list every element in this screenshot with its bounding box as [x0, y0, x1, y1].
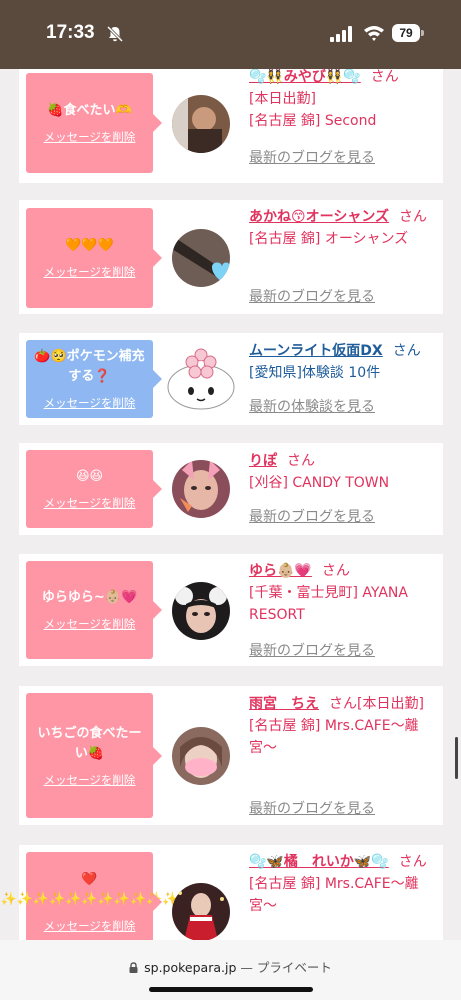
bubble-message: いちごの食べたーい🍓: [37, 725, 142, 761]
honorific: さん: [321, 563, 350, 579]
info-line: [名古屋 錦] Mrs.CAFE〜離宮〜: [249, 876, 419, 914]
message-card: ゆらゆら~👶🏼💗 メッセージを削除 ゆら👶🏼💗 さん [千葉・富士見町] AYAN…: [19, 554, 443, 666]
message-card: 🍓食べたい🫶 メッセージを削除 🫧👯‍♀️みやび👯‍♀️🫧 さん [本日出勤] […: [19, 69, 443, 183]
bell-off-icon: [106, 25, 124, 43]
profile-info: 🫧🦋橘 れいか🦋🫧 さん [名古屋 錦] Mrs.CAFE〜離宮〜: [249, 851, 437, 917]
info-line: [千葉・富士見町] AYANA RESORT: [249, 585, 408, 623]
profile-name-link[interactable]: 🫧🦋橘 れいか🦋🫧: [249, 854, 389, 870]
avatar[interactable]: [172, 883, 230, 940]
honorific: さん[本日出勤]: [329, 696, 424, 712]
profile-name-link[interactable]: ムーンライト仮面DX: [249, 343, 383, 359]
battery-icon: 79: [392, 24, 424, 42]
info-line: [本日出勤]: [249, 91, 316, 107]
delete-message-link[interactable]: メッセージを削除: [44, 918, 136, 934]
avatar[interactable]: [172, 582, 230, 640]
bubble-message: 🧡🧡🧡: [65, 238, 114, 253]
message-feed[interactable]: 🍓食べたい🫶 メッセージを削除 🫧👯‍♀️みやび👯‍♀️🫧 さん [本日出勤] […: [0, 69, 461, 940]
message-bubble: 🍓食べたい🫶 メッセージを削除: [26, 73, 162, 173]
bubble-message: 🍓食べたい🫶: [47, 103, 132, 118]
info-line: [名古屋 錦] オーシャンズ: [249, 231, 409, 247]
message-bubble: 🧡🧡🧡 メッセージを削除: [26, 208, 162, 308]
scrollbar[interactable]: [455, 737, 458, 779]
message-bubble: ゆらゆら~👶🏼💗 メッセージを削除: [26, 561, 162, 659]
message-bubble: ❤️ ✨✨✨✨✨✨✨✨✨✨✨ メッセージを削除: [0, 852, 179, 940]
url-host: sp.pokepara.jp: [144, 960, 237, 975]
honorific: さん: [370, 69, 399, 85]
profile-info: りぽ さん [刈谷] CANDY TOWN: [249, 450, 437, 494]
avatar[interactable]: [172, 229, 230, 287]
info-line: [愛知県]体験談 10件: [249, 365, 381, 381]
bubble-message: ❤️ ✨✨✨✨✨✨✨✨✨✨✨: [0, 872, 179, 907]
latest-blog-link[interactable]: 最新のブログを見る: [249, 506, 375, 526]
bubble-message: 🍅🥺ポケモン補充する❓: [34, 349, 145, 384]
status-time: 17:33: [46, 22, 95, 43]
profile-info: 雨宮 ちえ さん[本日出勤] [名古屋 錦] Mrs.CAFE〜離宮〜: [249, 693, 437, 759]
message-card: 😆😆 メッセージを削除 りぽ さん [刈谷] CANDY TOWN 最新のブログを…: [19, 443, 443, 535]
honorific: さん: [392, 343, 421, 359]
honorific: さん: [399, 209, 428, 225]
info-line: [名古屋 錦] Second: [249, 113, 377, 129]
latest-blog-link[interactable]: 最新のブログを見る: [249, 147, 375, 167]
profile-info: ムーンライト仮面DX さん [愛知県]体験談 10件: [249, 340, 437, 384]
latest-blog-link[interactable]: 最新のブログを見る: [249, 640, 375, 660]
bubble-message: 😆😆: [75, 469, 104, 484]
wifi-icon: [364, 26, 384, 41]
profile-name-link[interactable]: 🫧👯‍♀️みやび👯‍♀️🫧: [249, 69, 361, 85]
delete-message-link[interactable]: メッセージを削除: [44, 129, 136, 145]
avatar[interactable]: [172, 95, 230, 153]
message-bubble: 🍅🥺ポケモン補充する❓ メッセージを削除: [26, 340, 162, 418]
message-card: 🍅🥺ポケモン補充する❓ メッセージを削除 ムーンライト仮面DX さん [愛知県]体…: [19, 333, 443, 425]
profile-name-link[interactable]: ゆら👶🏼💗: [249, 563, 312, 579]
latest-blog-link[interactable]: 最新のブログを見る: [249, 798, 375, 818]
message-card: いちごの食べたーい🍓 メッセージを削除 雨宮 ちえ さん[本日出勤] [名古屋 錦…: [19, 686, 443, 825]
honorific: さん: [398, 854, 427, 870]
home-indicator[interactable]: [149, 987, 313, 992]
profile-name-link[interactable]: あかね😙オーシャンズ: [249, 209, 389, 225]
latest-review-link[interactable]: 最新の体験談を見る: [249, 396, 375, 416]
honorific: さん: [287, 453, 315, 469]
bubble-message: ゆらゆら~👶🏼💗: [41, 590, 138, 605]
delete-message-link[interactable]: メッセージを削除: [44, 264, 136, 280]
profile-name-link[interactable]: 雨宮 ちえ: [249, 696, 319, 712]
avatar[interactable]: [164, 347, 238, 411]
profile-info: ゆら👶🏼💗 さん [千葉・富士見町] AYANA RESORT: [249, 560, 437, 626]
browser-bottom-bar: sp.pokepara.jp — プライベート: [0, 940, 461, 1000]
address-bar[interactable]: sp.pokepara.jp — プライベート: [0, 957, 461, 976]
info-line: [刈谷] CANDY TOWN: [249, 475, 390, 491]
avatar[interactable]: [172, 727, 230, 785]
delete-message-link[interactable]: メッセージを削除: [44, 495, 136, 511]
battery-level: 79: [392, 24, 420, 42]
message-card: ❤️ ✨✨✨✨✨✨✨✨✨✨✨ メッセージを削除 🫧🦋橘 れいか🦋🫧 さん [名古屋…: [0, 845, 443, 940]
message-card: 🧡🧡🧡 メッセージを削除 あかね😙オーシャンズ さん [名古屋 錦] オーシャンズ…: [19, 200, 443, 314]
message-bubble: いちごの食べたーい🍓 メッセージを削除: [26, 693, 162, 818]
profile-name-link[interactable]: りぽ: [249, 453, 277, 469]
latest-blog-link[interactable]: 最新のブログを見る: [249, 286, 375, 306]
private-mode-label: — プライベート: [240, 960, 332, 975]
info-line: [名古屋 錦] Mrs.CAFE〜離宮〜: [249, 718, 419, 756]
lock-icon: [129, 962, 138, 973]
delete-message-link[interactable]: メッセージを削除: [44, 616, 136, 632]
avatar[interactable]: [172, 460, 230, 518]
delete-message-link[interactable]: メッセージを削除: [44, 395, 136, 411]
cellular-signal-icon: [330, 26, 352, 42]
delete-message-link[interactable]: メッセージを削除: [44, 772, 136, 788]
status-bar: 17:33 79: [0, 0, 461, 69]
message-bubble: 😆😆 メッセージを削除: [26, 450, 162, 528]
profile-info: あかね😙オーシャンズ さん [名古屋 錦] オーシャンズ: [249, 206, 437, 250]
profile-info: 🫧👯‍♀️みやび👯‍♀️🫧 さん [本日出勤] [名古屋 錦] Second: [249, 69, 437, 132]
